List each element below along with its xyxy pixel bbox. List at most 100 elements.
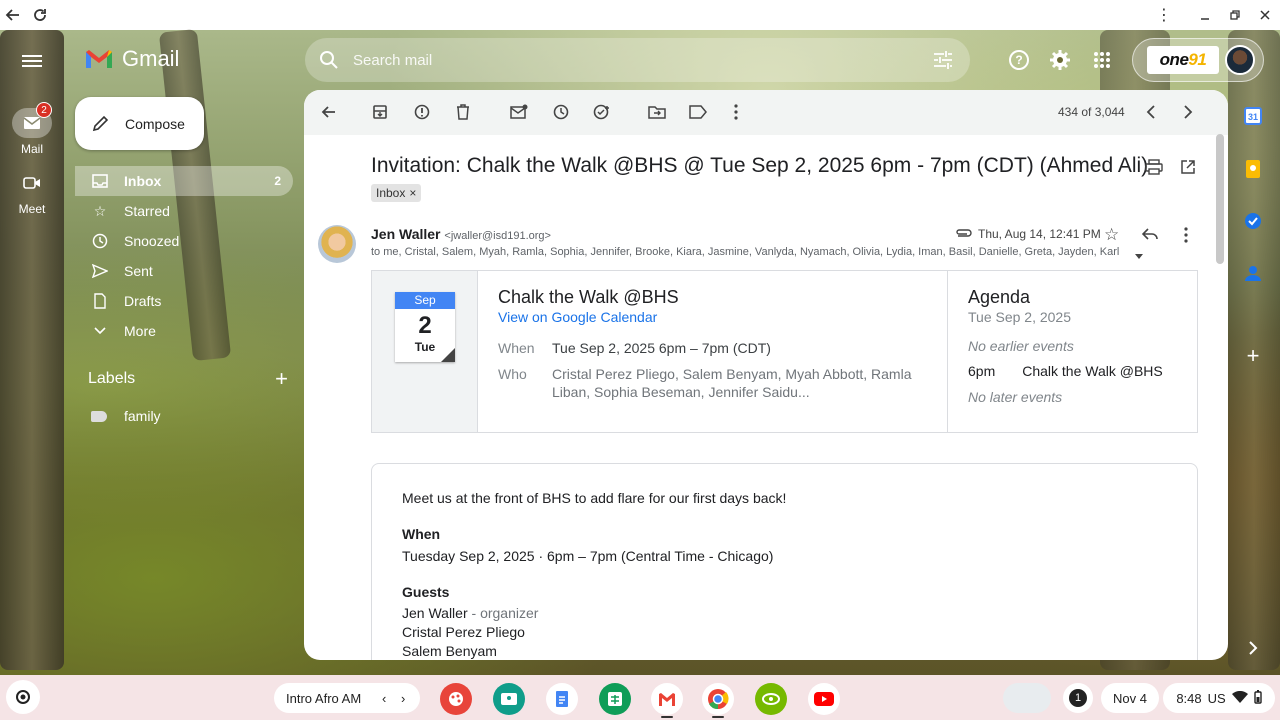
calendar-date-tile: Sep 2 Tue bbox=[395, 292, 455, 362]
chevron-right-icon[interactable]: › bbox=[401, 691, 405, 706]
gmail-logo[interactable]: Gmail bbox=[84, 46, 179, 72]
more-vert-icon[interactable]: ⋮ bbox=[1154, 5, 1174, 25]
back-arrow-icon[interactable] bbox=[318, 102, 338, 122]
message-more-icon[interactable] bbox=[1184, 227, 1188, 248]
attachment-icon bbox=[954, 226, 972, 245]
svg-text:?: ? bbox=[1015, 53, 1022, 67]
agenda-event-time: 6pm bbox=[968, 363, 996, 379]
print-icon[interactable] bbox=[1144, 157, 1164, 177]
guest-name[interactable]: Cristal Perez Pliego bbox=[402, 623, 1167, 642]
calendar-fold-icon bbox=[441, 348, 455, 362]
search-bar[interactable]: Search mail bbox=[305, 38, 970, 82]
invitation-card: Sep 2 Tue Chalk the Walk @BHS View on Go… bbox=[371, 270, 1198, 433]
report-spam-icon[interactable] bbox=[412, 102, 432, 122]
recipients-list[interactable]: to me, Cristal, Salem, Myah, Ramla, Soph… bbox=[371, 246, 1131, 258]
snooze-icon[interactable] bbox=[551, 102, 571, 122]
draft-icon bbox=[91, 293, 109, 309]
reload-icon[interactable] bbox=[30, 5, 50, 25]
launcher-button[interactable] bbox=[6, 680, 40, 714]
screen-capture-thumbnail[interactable] bbox=[1003, 683, 1051, 713]
settings-gear-icon[interactable] bbox=[1048, 48, 1072, 72]
star-icon: ☆ bbox=[93, 202, 107, 219]
close-icon[interactable] bbox=[1255, 5, 1275, 25]
scrollbar-thumb[interactable] bbox=[1216, 134, 1224, 264]
video-camera-icon[interactable] bbox=[12, 168, 52, 198]
caret-down-icon[interactable] bbox=[1134, 248, 1144, 266]
remove-label-icon[interactable]: × bbox=[409, 186, 416, 200]
send-icon bbox=[91, 264, 109, 278]
add-label-icon[interactable]: + bbox=[275, 368, 288, 390]
clock-icon bbox=[91, 233, 109, 249]
label-family[interactable]: family bbox=[91, 408, 161, 424]
google-keep-icon[interactable] bbox=[1242, 158, 1264, 180]
chrome-app-icon[interactable] bbox=[702, 683, 734, 715]
guest-name[interactable]: Salem Benyam bbox=[402, 642, 1167, 660]
nav-inbox[interactable]: Inbox 2 bbox=[75, 166, 293, 196]
more-options-icon[interactable] bbox=[726, 102, 746, 122]
account-switcher[interactable]: one 91 bbox=[1132, 38, 1264, 82]
guest-role: - organizer bbox=[471, 605, 539, 621]
add-task-icon[interactable] bbox=[592, 102, 612, 122]
geforce-now-app-icon[interactable] bbox=[755, 683, 787, 715]
nav-starred[interactable]: ☆ Starred bbox=[75, 196, 293, 226]
move-to-icon[interactable] bbox=[647, 102, 667, 122]
gmail-m-icon bbox=[86, 50, 112, 68]
archive-icon[interactable] bbox=[370, 102, 390, 122]
google-calendar-icon[interactable]: 31 bbox=[1242, 105, 1264, 127]
expand-side-panel-icon[interactable] bbox=[1242, 637, 1264, 659]
reply-icon[interactable] bbox=[1141, 227, 1158, 246]
restore-icon[interactable] bbox=[1225, 5, 1245, 25]
google-docs-icon[interactable] bbox=[546, 683, 578, 715]
sender-name[interactable]: Jen Waller bbox=[371, 226, 441, 242]
nav-drafts[interactable]: Drafts bbox=[75, 286, 293, 316]
older-chevron-icon[interactable] bbox=[1178, 102, 1198, 122]
running-indicator bbox=[712, 716, 724, 718]
nav-more[interactable]: More bbox=[75, 316, 293, 346]
gmail-app-icon[interactable] bbox=[651, 683, 683, 715]
google-tasks-icon[interactable] bbox=[1242, 210, 1264, 232]
apps-grid-icon[interactable] bbox=[1090, 48, 1114, 72]
label-icon[interactable] bbox=[688, 102, 708, 122]
minimize-icon[interactable] bbox=[1195, 5, 1215, 25]
mail-icon[interactable]: 2 bbox=[12, 102, 52, 138]
newer-chevron-icon[interactable] bbox=[1141, 102, 1161, 122]
rail-mail[interactable]: 2 Mail bbox=[0, 102, 64, 156]
account-avatar[interactable] bbox=[1225, 45, 1255, 75]
youtube-app-icon[interactable] bbox=[808, 683, 840, 715]
add-addon-icon[interactable]: + bbox=[1242, 343, 1264, 368]
delete-icon[interactable] bbox=[453, 102, 473, 122]
shelf-date: Nov 4 bbox=[1113, 690, 1147, 706]
star-icon[interactable]: ☆ bbox=[1104, 225, 1119, 245]
view-on-google-calendar-link[interactable]: View on Google Calendar bbox=[498, 309, 938, 325]
search-options-icon[interactable] bbox=[932, 49, 954, 71]
compose-button[interactable]: Compose bbox=[75, 97, 204, 150]
chevron-left-icon[interactable]: ‹ bbox=[382, 691, 386, 706]
agenda-column: Agenda Tue Sep 2, 2025 No earlier events… bbox=[947, 271, 1198, 432]
rail-meet[interactable]: Meet bbox=[0, 168, 64, 216]
canvas-app-icon[interactable] bbox=[440, 683, 472, 715]
guest-name[interactable]: Jen Waller bbox=[402, 605, 468, 621]
status-tray[interactable]: 8:48 US bbox=[1163, 683, 1275, 713]
classroom-app-icon[interactable] bbox=[493, 683, 525, 715]
sender-avatar[interactable] bbox=[318, 225, 356, 263]
arrow-left-icon[interactable] bbox=[3, 5, 23, 25]
wifi-icon bbox=[1231, 690, 1248, 706]
nav-sent[interactable]: Sent bbox=[75, 256, 293, 286]
date-tray[interactable]: Nov 4 bbox=[1101, 683, 1159, 713]
open-in-new-window-icon[interactable] bbox=[1178, 157, 1198, 177]
invitation-body: Meet us at the front of BHS to add flare… bbox=[371, 463, 1198, 660]
notification-counter[interactable]: 1 bbox=[1063, 683, 1093, 713]
main-menu-button[interactable] bbox=[22, 52, 42, 70]
google-contacts-icon[interactable] bbox=[1242, 262, 1264, 284]
desk-switcher[interactable]: Intro Afro AM ‹ › bbox=[274, 683, 420, 713]
message-pager: 434 of 3,044 bbox=[1058, 105, 1125, 119]
event-when-label: When bbox=[498, 340, 535, 356]
inbox-label-chip[interactable]: Inbox × bbox=[371, 184, 422, 202]
agenda-event[interactable]: 6pm Chalk the Walk @BHS bbox=[968, 363, 1198, 379]
mark-unread-icon[interactable] bbox=[509, 102, 529, 122]
search-input[interactable]: Search mail bbox=[353, 52, 432, 69]
search-icon[interactable] bbox=[319, 50, 339, 70]
nav-snoozed[interactable]: Snoozed bbox=[75, 226, 293, 256]
google-sheets-icon[interactable] bbox=[599, 683, 631, 715]
help-icon[interactable]: ? bbox=[1007, 48, 1031, 72]
